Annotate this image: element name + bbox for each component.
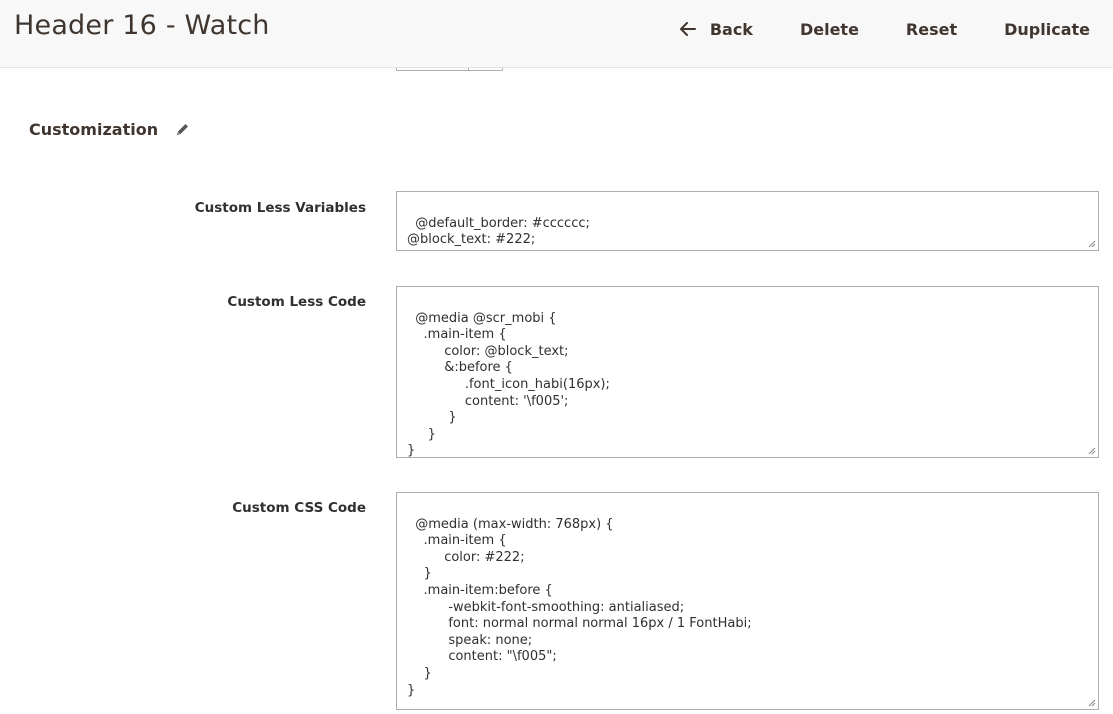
back-button[interactable]: Back: [679, 17, 753, 41]
css-code-label: Custom CSS Code: [232, 500, 366, 516]
less-variables-label: Custom Less Variables: [194, 200, 366, 216]
page-actions: Back Delete Reset Duplicate: [679, 17, 1090, 41]
page-header: Header 16 - Watch Back Delete Reset Dupl…: [0, 0, 1113, 68]
css-code-textarea[interactable]: @media (max-width: 768px) { .main-item {…: [396, 492, 1099, 710]
resize-grip-icon[interactable]: [1088, 447, 1096, 455]
resize-grip-icon[interactable]: [1088, 699, 1096, 707]
page-title: Header 16 - Watch: [14, 10, 270, 41]
reset-button[interactable]: Reset: [906, 17, 957, 41]
less-variables-value: @default_border: #cccccc; @block_text: #…: [407, 215, 590, 248]
css-code-value: @media (max-width: 768px) { .main-item {…: [407, 516, 752, 698]
section-title: Customization: [29, 120, 159, 139]
less-code-value: @media @scr_mobi { .main-item { color: @…: [407, 310, 610, 458]
back-button-label: Back: [709, 19, 753, 39]
duplicate-button[interactable]: Duplicate: [1004, 17, 1090, 41]
less-variables-textarea[interactable]: @default_border: #cccccc; @block_text: #…: [396, 191, 1099, 251]
pencil-icon[interactable]: [175, 122, 190, 137]
resize-grip-icon[interactable]: [1088, 240, 1096, 248]
delete-button[interactable]: Delete: [800, 17, 859, 41]
arrow-left-icon: [679, 22, 696, 36]
less-code-textarea[interactable]: @media @scr_mobi { .main-item { color: @…: [396, 286, 1099, 458]
partial-control-divider: [468, 68, 469, 71]
partial-control[interactable]: [396, 68, 503, 71]
less-code-label: Custom Less Code: [227, 294, 366, 310]
section-customization: Customization: [29, 120, 190, 139]
